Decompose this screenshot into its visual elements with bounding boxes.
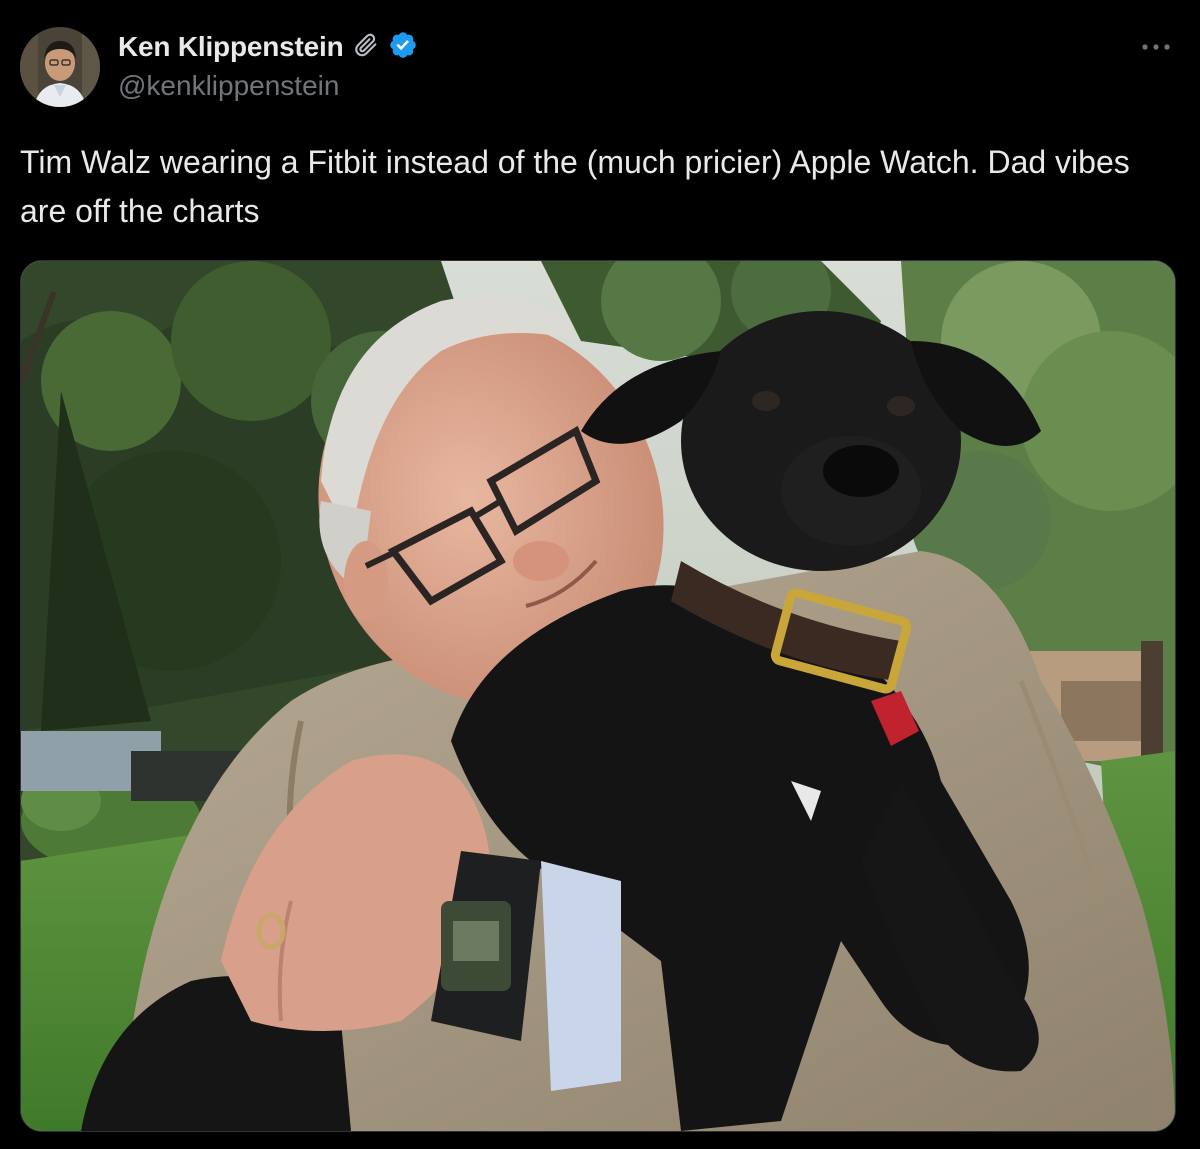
more-horizontal-icon <box>1141 38 1171 56</box>
avatar[interactable] <box>20 27 100 107</box>
author-handle[interactable]: @kenklippenstein <box>118 70 339 102</box>
author-name-row: Ken Klippenstein <box>118 28 418 66</box>
author-display-name[interactable]: Ken Klippenstein <box>118 31 344 63</box>
tweet-text: Tim Walz wearing a Fitbit instead of the… <box>20 144 1130 229</box>
more-button[interactable] <box>1136 32 1176 62</box>
tweet-photo[interactable] <box>20 260 1176 1132</box>
verified-badge-icon[interactable] <box>388 30 418 65</box>
tweet: Ken Klippenstein @kenklippenstein Tim Wa… <box>0 0 1200 1149</box>
paperclip-icon <box>352 31 380 64</box>
